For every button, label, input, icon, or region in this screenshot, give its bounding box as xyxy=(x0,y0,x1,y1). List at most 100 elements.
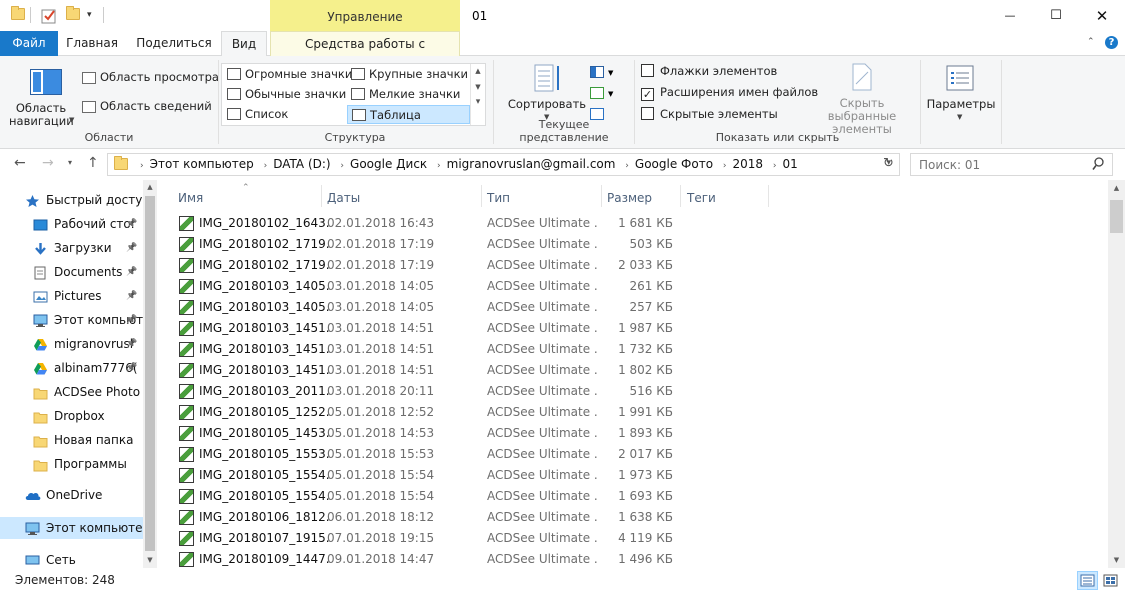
crumb-01[interactable]: 01 xyxy=(782,154,797,174)
table-row[interactable]: IMG_20180105_1554... 05.01.2018 15:54 ACDS… xyxy=(176,486,696,507)
scroll-up-icon[interactable]: ▲ xyxy=(143,183,157,191)
nav-item[interactable]: OneDrive xyxy=(0,484,143,506)
checkbox[interactable] xyxy=(641,64,654,77)
details-view-button[interactable] xyxy=(1077,571,1098,590)
nav-item[interactable]: Новая папка xyxy=(0,429,143,451)
column-header-date[interactable]: Даты xyxy=(327,185,477,212)
breadcrumb-separator-icon[interactable]: › xyxy=(625,156,629,176)
nav-item[interactable]: albinam7776(📌 xyxy=(0,357,143,379)
table-row[interactable]: IMG_20180105_1252... 05.01.2018 12:52 ACDS… xyxy=(176,402,696,423)
table-row[interactable]: IMG_20180103_1451... 03.01.2018 14:51 ACDS… xyxy=(176,360,696,381)
checkbox[interactable] xyxy=(641,107,654,120)
breadcrumb-separator-icon[interactable]: › xyxy=(723,156,727,176)
large-icons-view-button[interactable] xyxy=(1100,571,1121,590)
minimize-button[interactable]: — xyxy=(987,0,1033,31)
nav-item[interactable]: Этот компьютер xyxy=(0,517,143,539)
group-by-button[interactable]: ▼ xyxy=(590,64,613,78)
search-input[interactable] xyxy=(919,156,1089,173)
breadcrumb-separator-icon[interactable]: › xyxy=(264,156,268,176)
crumb-google-photos[interactable]: Google Фото xyxy=(635,154,713,174)
layout-large-icons[interactable]: Крупные значки xyxy=(347,65,470,84)
preview-pane-button[interactable]: Область просмотра xyxy=(82,71,219,84)
nav-item[interactable]: Dropbox xyxy=(0,405,143,427)
table-row[interactable]: IMG_20180106_1812... 06.01.2018 18:12 ACDS… xyxy=(176,507,696,528)
pin-icon[interactable]: 📌 xyxy=(126,213,137,235)
options-button[interactable]: Параметры ▼ xyxy=(926,60,996,126)
column-divider[interactable] xyxy=(481,185,482,207)
breadcrumb-separator-icon[interactable]: › xyxy=(437,156,441,176)
forward-arrow-icon[interactable]: → xyxy=(42,155,54,171)
pin-icon[interactable]: 📌 xyxy=(126,333,137,355)
table-row[interactable]: IMG_20180102_1643... 02.01.2018 16:43 ACDS… xyxy=(176,213,696,234)
file-extensions-toggle[interactable]: ✓ Расширения имен файлов xyxy=(641,85,818,101)
pin-icon[interactable]: 📌 xyxy=(126,357,137,379)
layout-gallery-scroll[interactable]: ▲ ▼ ▾ xyxy=(470,64,485,125)
hide-selected-button[interactable]: Скрыть выбранные элементы xyxy=(806,62,918,136)
tab-home[interactable]: Главная xyxy=(62,31,122,56)
table-row[interactable]: IMG_20180102_1719... 02.01.2018 17:19 ACDS… xyxy=(176,234,696,255)
table-row[interactable]: IMG_20180109_1447... 09.01.2018 14:47 ACDS… xyxy=(176,549,696,568)
nav-item[interactable]: Этот компьют 📌 xyxy=(0,309,143,331)
nav-item[interactable]: Программы xyxy=(0,453,143,475)
table-row[interactable]: IMG_20180103_1451... 03.01.2018 14:51 ACDS… xyxy=(176,318,696,339)
scroll-down-icon[interactable]: ▼ xyxy=(143,556,157,564)
layout-medium-icons[interactable]: Обычные значки xyxy=(223,85,346,104)
column-header-type[interactable]: Тип xyxy=(487,185,602,212)
more-layouts-icon[interactable]: ▾ xyxy=(471,97,485,107)
layout-extra-large-icons[interactable]: Огромные значки xyxy=(223,65,352,84)
table-row[interactable]: IMG_20180105_1554... 05.01.2018 15:54 ACDS… xyxy=(176,465,696,486)
scroll-thumb[interactable] xyxy=(145,196,155,551)
breadcrumb-separator-icon[interactable]: › xyxy=(773,156,777,176)
properties-icon[interactable] xyxy=(41,8,57,24)
nav-item[interactable]: Сеть xyxy=(0,549,143,568)
layout-list[interactable]: Список xyxy=(223,105,346,124)
help-icon[interactable]: ? xyxy=(1105,36,1118,49)
table-row[interactable]: IMG_20180105_1553... 05.01.2018 15:53 ACDS… xyxy=(176,444,696,465)
crumb-this-pc[interactable]: Этот компьютер xyxy=(150,154,254,174)
new-folder-icon[interactable] xyxy=(66,6,80,24)
pin-icon[interactable]: 📌 xyxy=(126,237,137,259)
layout-small-icons[interactable]: Мелкие значки xyxy=(347,85,470,104)
column-divider[interactable] xyxy=(680,185,681,207)
crumb-2018[interactable]: 2018 xyxy=(732,154,763,174)
breadcrumb-separator-icon[interactable]: › xyxy=(140,156,144,176)
add-columns-button[interactable]: ▼ xyxy=(590,85,613,99)
column-header-size[interactable]: Размер xyxy=(607,185,677,212)
address-bar[interactable]: › Этот компьютер › DATA (D:) › Google Диск … xyxy=(107,153,900,176)
table-row[interactable]: IMG_20180105_1453... 05.01.2018 14:53 ACDS… xyxy=(176,423,696,444)
up-arrow-icon[interactable]: ↑ xyxy=(87,155,99,171)
item-checkboxes-toggle[interactable]: Флажки элементов xyxy=(641,64,777,78)
scroll-down-icon[interactable]: ▼ xyxy=(1108,556,1125,564)
nav-item[interactable]: Documents 📌 xyxy=(0,261,143,283)
table-row[interactable]: IMG_20180103_1451... 03.01.2018 14:51 ACDS… xyxy=(176,339,696,360)
nav-item[interactable]: Быстрый доступ xyxy=(0,189,143,211)
table-row[interactable]: IMG_20180102_1719... 02.01.2018 17:19 ACDS… xyxy=(176,255,696,276)
column-divider[interactable] xyxy=(601,185,602,207)
crumb-account[interactable]: migranovruslan@gmail.com xyxy=(447,154,616,174)
pin-icon[interactable]: 📌 xyxy=(126,285,137,307)
nav-item[interactable]: Загрузки 📌 xyxy=(0,237,143,259)
customize-toolbar-icon[interactable]: ▾ xyxy=(87,10,92,26)
hidden-items-toggle[interactable]: Скрытые элементы xyxy=(641,107,778,121)
nav-pane-button[interactable]: Область навигации ▼ xyxy=(6,60,76,130)
column-header-tags[interactable]: Теги xyxy=(687,185,767,212)
checkbox-checked[interactable]: ✓ xyxy=(641,88,654,101)
scroll-down-icon[interactable]: ▼ xyxy=(471,83,485,91)
close-button[interactable]: ✕ xyxy=(1079,0,1125,31)
tab-view[interactable]: Вид xyxy=(221,31,267,57)
scroll-thumb[interactable] xyxy=(1110,200,1123,233)
sort-by-button[interactable]: Сортировать ▼ xyxy=(507,60,587,126)
maximize-button[interactable]: ☐ xyxy=(1033,0,1079,31)
nav-item[interactable]: ACDSee Photo S xyxy=(0,381,143,403)
crumb-drive-d[interactable]: DATA (D:) xyxy=(273,154,330,174)
scroll-up-icon[interactable]: ▲ xyxy=(471,67,485,75)
pin-icon[interactable]: 📌 xyxy=(126,309,137,331)
scroll-up-icon[interactable]: ▲ xyxy=(1108,184,1125,192)
breadcrumb-separator-icon[interactable]: › xyxy=(340,156,344,176)
search-icon[interactable] xyxy=(1092,157,1104,172)
table-row[interactable]: IMG_20180107_1915... 07.01.2018 19:15 ACDS… xyxy=(176,528,696,549)
tab-file[interactable]: Файл xyxy=(0,31,58,56)
search-box[interactable] xyxy=(910,153,1113,176)
nav-item[interactable]: Рабочий сто. 📌 xyxy=(0,213,143,235)
nav-pane-scrollbar[interactable]: ▲ ▼ xyxy=(143,180,157,568)
